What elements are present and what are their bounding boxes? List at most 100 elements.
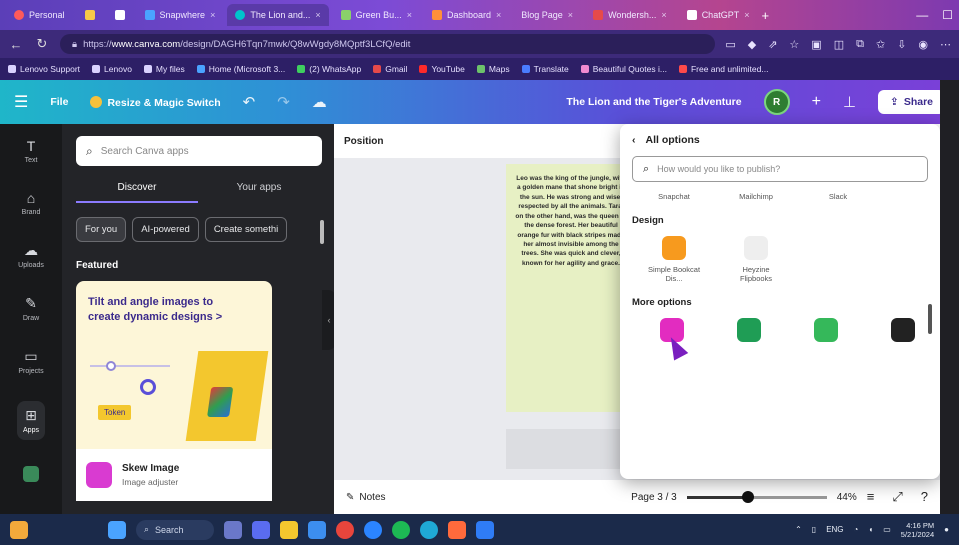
browser-tab[interactable]: ChatGPT × [679,4,758,26]
bookmark[interactable]: Gmail [373,64,407,74]
menu-icon[interactable]: ☰ [14,92,28,112]
volume-icon[interactable]: ◖ [868,525,873,534]
clock[interactable]: 4:16 PM 5/21/2024 [901,521,934,539]
split-view-icon[interactable]: ◫ [834,38,844,51]
cast-icon[interactable]: ▭ [725,38,735,51]
document-title[interactable]: The Lion and the Tiger's Adventure [566,96,741,108]
rail-item-apps[interactable]: ⊞ Apps [17,401,45,440]
url-field[interactable]: 🔒︎ https://www.canva.com/design/DAGH6Tqn… [60,34,716,54]
browser-tab[interactable]: Snapwhere × [137,4,224,26]
zoom-slider-knob[interactable] [742,490,755,503]
analytics-icon[interactable]: ⊥ [843,93,856,111]
close-tab-icon[interactable]: × [744,10,749,20]
undo-icon[interactable]: ↶ [243,93,256,111]
pages-grid-icon[interactable]: ≡ [867,489,875,505]
extension-icon[interactable]: ▣ [811,38,821,51]
store-icon[interactable] [308,520,326,539]
search-input[interactable]: ⌕ Search Canva apps [76,136,322,166]
avatar[interactable]: R [763,89,790,115]
page-indicator[interactable]: Page 3 / 3 [631,492,677,503]
app-icon[interactable] [476,520,494,539]
rail-item-brand[interactable]: ⌂ Brand [22,190,41,216]
share-option-simple-bookcat[interactable]: Simple Bookcat Dis... [646,236,702,283]
cloud-save-icon[interactable]: ☁ [312,93,327,111]
widgets-icon[interactable] [224,520,242,539]
help-icon[interactable]: ? [921,489,928,505]
rail-item-projects[interactable]: ▭ Projects [18,348,43,375]
share-option-heyzine[interactable]: Heyzine Flipbooks [728,236,784,283]
browser-tab[interactable]: Dashboard × [424,4,509,26]
featured-card[interactable]: Tilt and angle images to create dynamic … [76,281,272,449]
back-icon[interactable]: ← [8,37,24,52]
rail-item-uploads[interactable]: ☁ Uploads [18,242,44,269]
tray-app-icon[interactable]: ▯ [812,525,816,534]
tab-discover[interactable]: Discover [76,182,198,203]
wifi-icon[interactable]: ◔ [854,525,859,534]
redo-icon[interactable]: ↷ [277,93,290,111]
publish-search-input[interactable]: ⌕ How would you like to publish? [632,156,928,182]
share-button[interactable]: ⇪ Share [878,90,945,114]
weather-icon[interactable] [10,520,28,539]
bookmark[interactable]: Home (Microsoft 3... [196,64,285,74]
rail-item-text[interactable]: T Text [25,138,38,164]
close-tab-icon[interactable]: × [407,10,412,20]
profile-icon[interactable]: ◉ [918,38,928,51]
bookmark[interactable]: Beautiful Quotes i... [580,64,667,74]
minimize-icon[interactable]: — [916,8,928,22]
extension-icon[interactable]: ◆ [748,38,756,51]
chip-ai-powered[interactable]: AI-powered [132,217,199,242]
app-icon[interactable] [448,520,466,539]
app-icon[interactable] [392,520,410,539]
share-option-more-4[interactable] [877,318,928,342]
rail-item-draw[interactable]: ✎ Draw [23,295,39,322]
next-page-placeholder[interactable] [506,429,636,469]
bookmark[interactable]: Free and unlimited... [678,64,768,74]
browser-tab[interactable]: Personal [6,4,73,26]
close-tab-icon[interactable]: × [210,10,215,20]
resize-magic-switch-button[interactable]: Resize & Magic Switch [90,95,221,109]
back-chevron-icon[interactable]: ‹ [632,134,636,146]
browser-tab[interactable]: Wondersh... × [585,4,675,26]
tray-chevron-icon[interactable]: ⌃ [795,525,802,534]
bookmark[interactable]: (2) WhatsApp [297,64,361,74]
close-tab-icon[interactable]: × [315,10,320,20]
close-tab-icon[interactable]: × [661,10,666,20]
share-menu-scrollbar[interactable] [928,304,932,334]
taskbar-search[interactable]: ⌕ Search [136,519,214,540]
bookmark[interactable]: Translate [521,64,569,74]
browser-tab[interactable]: Green Bu... × [333,4,420,26]
bookmark[interactable]: My files [143,64,185,74]
collections-icon[interactable]: ⧉ [856,38,864,51]
bookmark[interactable]: Maps [476,64,510,74]
notification-icon[interactable]: ● [944,525,949,534]
language-indicator[interactable]: ENG [826,525,843,534]
reload-icon[interactable]: ↻ [34,36,50,52]
chip-for-you[interactable]: For you [76,217,127,242]
zoom-level[interactable]: 44% [837,492,857,503]
edge-icon[interactable] [420,520,438,539]
share-option-mailchimp[interactable]: Mailchimp [728,192,784,201]
chrome-icon[interactable] [336,520,354,539]
fullscreen-icon[interactable]: ⤢ [892,489,902,505]
page-body-text[interactable]: Leo was the king of the jungle, with a g… [515,175,626,267]
notes-button[interactable]: ✎ Notes [346,492,386,503]
chat-icon[interactable] [252,520,270,539]
share-option-snapchat[interactable]: Snapchat [646,192,702,201]
share-option-slack[interactable]: Slack [810,192,866,201]
battery-icon[interactable]: ▭ [883,525,891,534]
bookmark[interactable]: YouTube [419,64,465,74]
browser-tab[interactable] [107,4,133,26]
share-option-more-3[interactable] [800,318,851,342]
new-tab-icon[interactable]: + [761,8,769,23]
chip-create-something[interactable]: Create somethi [204,217,288,242]
file-explorer-icon[interactable] [280,520,298,539]
design-page[interactable]: Leo was the king of the jungle, with a g… [506,164,636,412]
close-tab-icon[interactable]: × [568,10,573,20]
app-icon[interactable] [364,520,382,539]
app-list-item[interactable]: Skew Image Image adjuster [76,449,272,501]
tab-your-apps[interactable]: Your apps [198,182,320,203]
downloads-icon[interactable]: ⇩ [897,38,906,51]
panel-scrollbar-thumb[interactable] [320,220,324,244]
windows-start-icon[interactable] [108,520,126,539]
add-collaborator-icon[interactable]: + [812,93,821,111]
